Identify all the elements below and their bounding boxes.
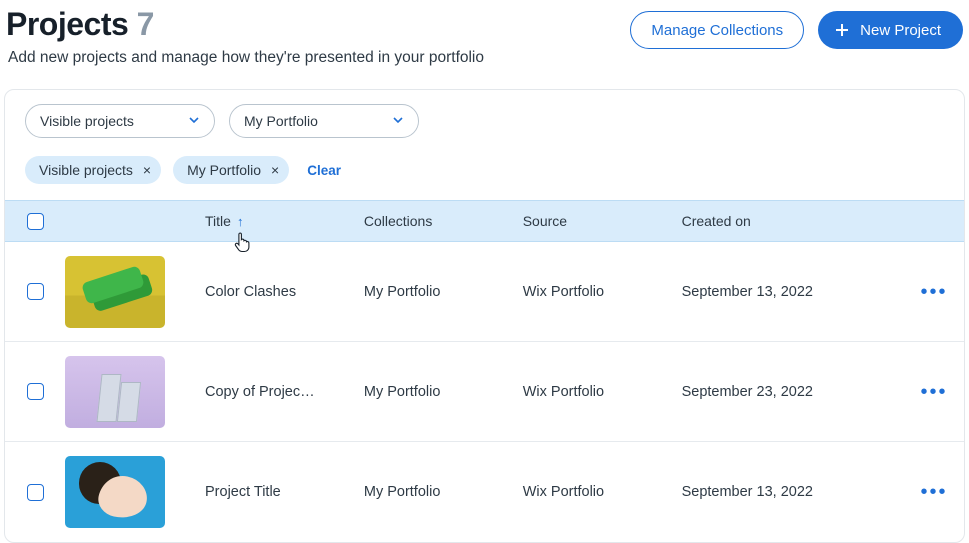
row-created: September 13, 2022 <box>682 284 904 300</box>
row-source: Wix Portfolio <box>523 384 682 400</box>
row-title: Copy of Projec… <box>205 384 364 400</box>
chevron-down-icon <box>392 113 404 129</box>
chevron-down-icon <box>188 113 200 129</box>
plus-icon <box>834 22 850 38</box>
collection-select-value: My Portfolio <box>244 113 318 129</box>
chip-label: My Portfolio <box>187 162 261 178</box>
column-title[interactable]: Title ↑ <box>205 213 364 229</box>
filter-selects-row: Visible projects My Portfolio <box>5 90 964 148</box>
clear-filters-link[interactable]: Clear <box>307 163 341 178</box>
select-all-checkbox[interactable] <box>27 213 44 230</box>
table-row[interactable]: Color Clashes My Portfolio Wix Portfolio… <box>5 242 964 342</box>
new-project-button[interactable]: New Project <box>818 11 963 49</box>
row-title: Color Clashes <box>205 284 364 300</box>
close-icon[interactable]: × <box>271 163 279 177</box>
row-collections: My Portfolio <box>364 384 523 400</box>
column-created[interactable]: Created on <box>682 213 904 229</box>
column-title-label: Title <box>205 213 231 229</box>
row-select-cell <box>5 383 65 400</box>
chip-label: Visible projects <box>39 162 133 178</box>
visibility-select-value: Visible projects <box>40 113 134 129</box>
sort-asc-icon: ↑ <box>237 214 244 229</box>
project-count: 7 <box>137 6 154 42</box>
row-collections: My Portfolio <box>364 484 523 500</box>
row-actions-cell: ••• <box>904 482 964 502</box>
row-collections: My Portfolio <box>364 284 523 300</box>
more-actions-icon[interactable]: ••• <box>920 482 947 502</box>
collection-select[interactable]: My Portfolio <box>229 104 419 138</box>
row-thumbnail-cell <box>65 356 205 428</box>
more-actions-icon[interactable]: ••• <box>920 382 947 402</box>
row-title: Project Title <box>205 484 364 500</box>
column-collections[interactable]: Collections <box>364 213 523 229</box>
select-all-cell <box>5 213 65 230</box>
new-project-label: New Project <box>860 22 941 39</box>
row-select-cell <box>5 484 65 501</box>
projects-panel: Visible projects My Portfolio Visible pr… <box>4 89 965 543</box>
table-row[interactable]: Project Title My Portfolio Wix Portfolio… <box>5 442 964 542</box>
row-checkbox[interactable] <box>27 283 44 300</box>
row-actions-cell: ••• <box>904 382 964 402</box>
manage-collections-button[interactable]: Manage Collections <box>630 11 804 49</box>
title-text: Projects <box>6 6 128 42</box>
row-created: September 23, 2022 <box>682 384 904 400</box>
project-thumbnail[interactable] <box>65 356 165 428</box>
row-select-cell <box>5 283 65 300</box>
project-thumbnail[interactable] <box>65 456 165 528</box>
page-header: Projects 7 Add new projects and manage h… <box>0 0 969 67</box>
table-row[interactable]: Copy of Projec… My Portfolio Wix Portfol… <box>5 342 964 442</box>
row-source: Wix Portfolio <box>523 284 682 300</box>
row-checkbox[interactable] <box>27 484 44 501</box>
manage-collections-label: Manage Collections <box>651 22 783 39</box>
column-source[interactable]: Source <box>523 213 682 229</box>
table-header: Title ↑ Collections Source Created on <box>5 200 964 242</box>
visibility-select[interactable]: Visible projects <box>25 104 215 138</box>
row-thumbnail-cell <box>65 456 205 528</box>
page-title: Projects 7 <box>6 6 484 43</box>
more-actions-icon[interactable]: ••• <box>920 282 947 302</box>
row-source: Wix Portfolio <box>523 484 682 500</box>
header-actions: Manage Collections New Project <box>630 11 963 49</box>
row-actions-cell: ••• <box>904 282 964 302</box>
filter-chip-visibility: Visible projects × <box>25 156 161 184</box>
row-checkbox[interactable] <box>27 383 44 400</box>
project-thumbnail[interactable] <box>65 256 165 328</box>
active-filters-row: Visible projects × My Portfolio × Clear <box>5 148 964 200</box>
filter-chip-collection: My Portfolio × <box>173 156 289 184</box>
row-created: September 13, 2022 <box>682 484 904 500</box>
page-subtitle: Add new projects and manage how they're … <box>6 49 484 67</box>
close-icon[interactable]: × <box>143 163 151 177</box>
title-wrap: Projects 7 Add new projects and manage h… <box>6 6 484 67</box>
row-thumbnail-cell <box>65 256 205 328</box>
